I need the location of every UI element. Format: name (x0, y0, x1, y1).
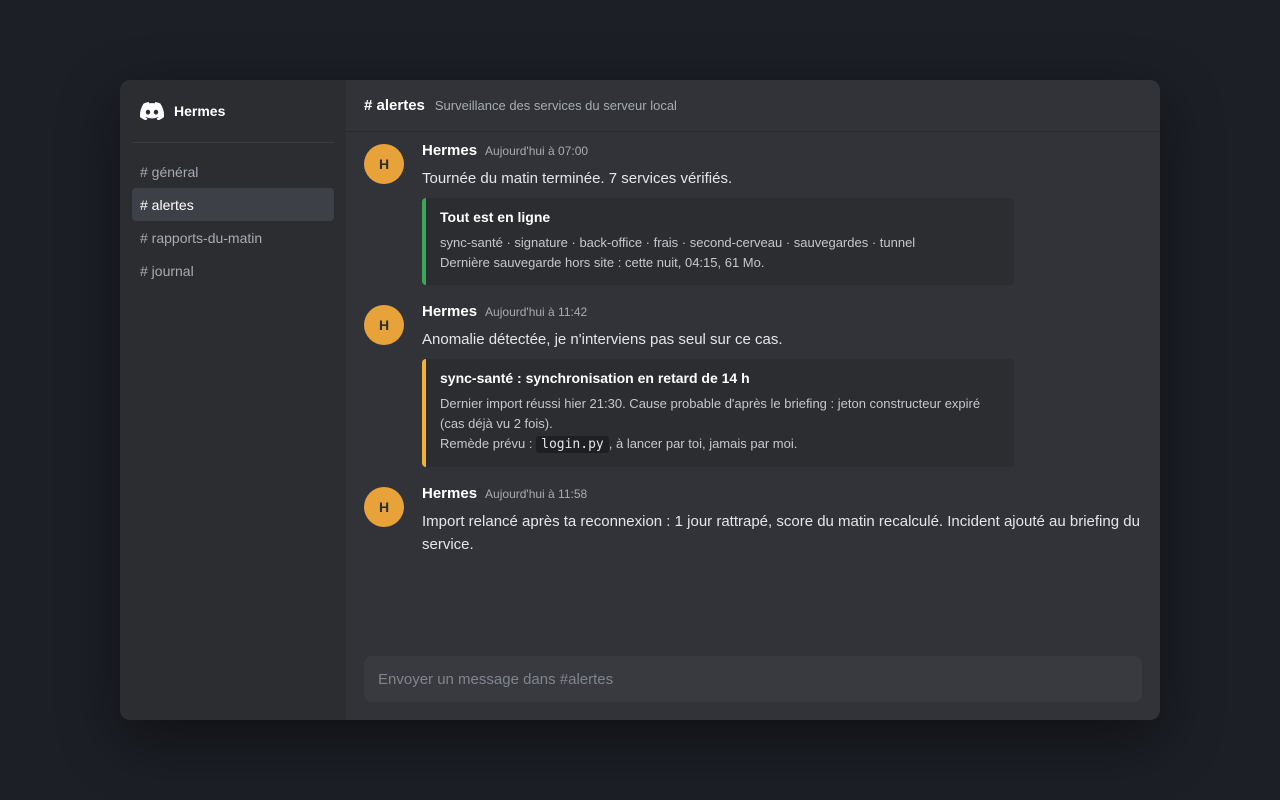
channel-journal[interactable]: # journal (132, 254, 334, 287)
embed-warning: sync-santé : synchronisation en retard d… (422, 359, 1014, 467)
channel-header: # alertes Surveillance des services du s… (346, 80, 1160, 132)
embed-title: Tout est en ligne (440, 209, 551, 225)
channel-topic: Surveillance des services du serveur loc… (434, 98, 677, 113)
embed-ok: Tout est en ligne sync-santé · signature… (422, 198, 1014, 285)
message-list[interactable]: H Hermes Aujourd'hui à 07:00 Tournée du … (346, 132, 1160, 574)
server-name: Hermes (174, 103, 226, 119)
channel-list: # général # alertes # rapports-du-matin … (132, 143, 334, 287)
remedy-prefix: Remède prévu : (440, 436, 533, 451)
message-composer (364, 656, 1142, 702)
channel-alertes[interactable]: # alertes (132, 188, 334, 221)
app-window: Hermes # général # alertes # rapports-du… (120, 80, 1160, 720)
message-text: Anomalie détectée, je n'interviens pas s… (422, 331, 783, 348)
message-input[interactable] (378, 670, 1128, 688)
message-author[interactable]: Hermes (422, 142, 477, 159)
chat-main: # alertes Surveillance des services du s… (346, 80, 1160, 720)
sidebar: Hermes # général # alertes # rapports-du… (120, 80, 346, 720)
remedy-suffix: , à lancer par toi, jamais par moi. (608, 436, 798, 451)
avatar[interactable]: H (364, 144, 404, 184)
message-timestamp: Aujourd'hui à 11:58 (485, 487, 588, 501)
embed-cause-line: Dernier import réussi hier 21:30. Cause … (440, 396, 981, 431)
embed-backup-line: Dernière sauvegarde hors site : cette nu… (440, 255, 765, 270)
discord-logo-icon (140, 102, 164, 120)
message-timestamp: Aujourd'hui à 07:00 (485, 144, 589, 158)
message-author[interactable]: Hermes (422, 303, 477, 320)
message-text: Import relancé après ta reconnexion : 1 … (422, 513, 1140, 553)
message-timestamp: Aujourd'hui à 11:42 (485, 305, 588, 319)
embed-services-line: sync-santé · signature · back-office · f… (440, 235, 916, 250)
message: H Hermes Aujourd'hui à 11:58 Import rela… (346, 485, 1160, 556)
channel-title: # alertes (364, 97, 425, 114)
avatar[interactable]: H (364, 305, 404, 345)
remedy-command: login.py (536, 436, 609, 453)
server-header[interactable]: Hermes (132, 80, 334, 143)
embed-title: sync-santé : synchronisation en retard d… (440, 370, 750, 386)
avatar[interactable]: H (364, 487, 404, 527)
message-text: Tournée du matin terminée. 7 services vé… (422, 170, 733, 187)
message: H Hermes Aujourd'hui à 07:00 Tournée du … (346, 142, 1160, 285)
channel-rapports-du-matin[interactable]: # rapports-du-matin (132, 221, 334, 254)
channel-general[interactable]: # général (132, 155, 334, 188)
message: H Hermes Aujourd'hui à 11:42 Anomalie dé… (346, 303, 1160, 467)
embed-remedy-line: Remède prévu : login.py, à lancer par to… (440, 434, 998, 455)
message-author[interactable]: Hermes (422, 485, 477, 502)
